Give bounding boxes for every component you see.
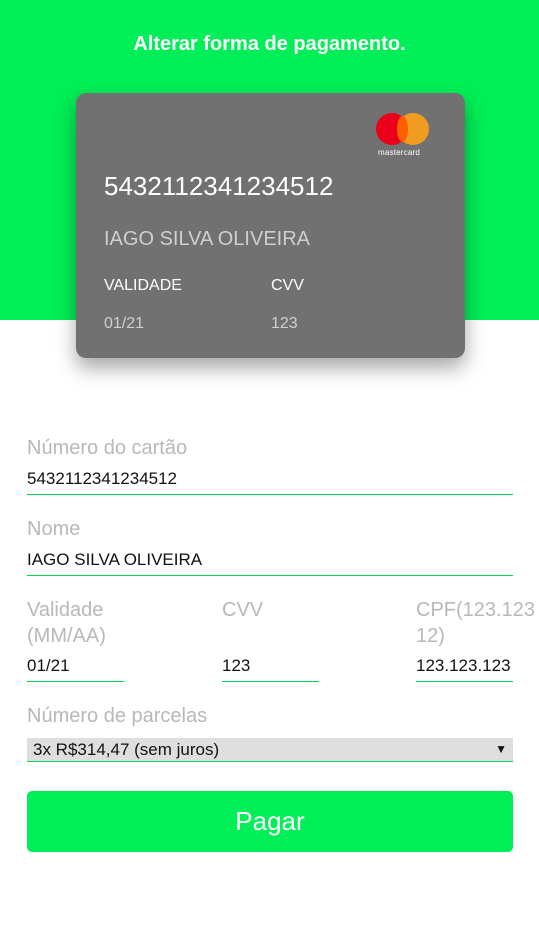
installments-select[interactable]: 3x R$314,47 (sem juros) ▼	[27, 738, 513, 762]
card-validity-value: 01/21	[104, 315, 145, 332]
page-title: Alterar forma de pagamento.	[133, 33, 406, 55]
credit-card-preview: mastercard 5432112341234512 IAGO SILVA O…	[76, 93, 465, 358]
card-holder-display: IAGO SILVA OLIVEIRA	[104, 228, 311, 250]
installments-label: Número de parcelas	[27, 705, 208, 727]
cvv-input[interactable]: 123	[222, 656, 319, 682]
card-validity-label: VALIDADE	[104, 277, 182, 294]
card-cvv-value: 123	[271, 315, 298, 332]
name-input[interactable]: IAGO SILVA OLIVEIRA	[27, 550, 513, 576]
card-number-input[interactable]: 5432112341234512	[27, 469, 513, 495]
card-cvv-label: CVV	[271, 277, 304, 294]
mastercard-brand-text: mastercard	[378, 148, 421, 157]
cpf-label: CPF(123.123 12)	[416, 599, 535, 647]
name-label: Nome	[27, 518, 81, 540]
validity-label: Validade (MM/AA)	[27, 599, 106, 647]
cpf-input[interactable]: 123.123.123	[416, 656, 513, 682]
card-number-display: 5432112341234512	[104, 171, 334, 201]
pay-button[interactable]: Pagar	[27, 791, 513, 852]
card-number-label: Número do cartão	[27, 437, 188, 459]
installments-selected-value: 3x R$314,47 (sem juros)	[33, 740, 220, 759]
mastercard-logo-icon: mastercard	[376, 113, 432, 158]
dropdown-arrow-icon: ▼	[495, 742, 507, 756]
validity-input[interactable]: 01/21	[27, 656, 124, 682]
cvv-label: CVV	[222, 599, 264, 621]
